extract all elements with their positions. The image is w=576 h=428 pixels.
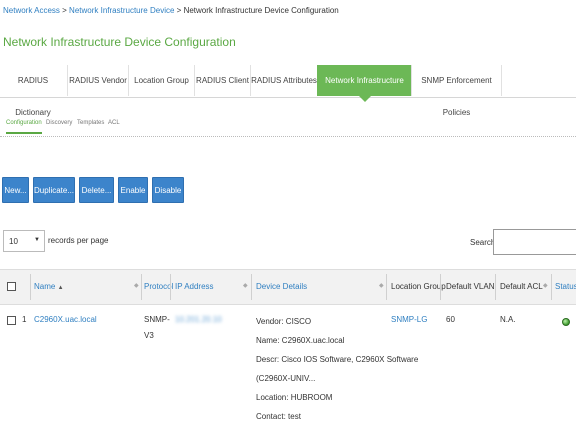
default-vlan-value: 60 <box>446 315 455 324</box>
column-header-ip-address[interactable]: IP Address <box>175 270 214 304</box>
page-size-select[interactable]: 10 ▼ <box>3 230 45 252</box>
tab-location-group[interactable]: Location Group <box>128 65 194 96</box>
sort-icon[interactable]: ◆ <box>543 282 548 289</box>
breadcrumb-current: Network Infrastructure Device Configurat… <box>183 6 339 15</box>
column-header-default-vlan[interactable]: Default VLAN <box>446 270 494 304</box>
column-header-status[interactable]: Status <box>555 270 576 304</box>
sort-icon[interactable]: ◆ <box>243 282 248 289</box>
tab-snmp-enforcement-policies[interactable]: SNMP Enforcement Policies <box>411 65 502 117</box>
row-index: 1 <box>22 315 27 324</box>
ip-address-link[interactable]: 10.201.20.10 <box>175 312 222 328</box>
subtab-templates[interactable]: Templates <box>77 120 104 126</box>
column-header-device-details[interactable]: Device Details <box>256 270 307 304</box>
column-header-location-group[interactable]: Location Group <box>391 270 446 304</box>
protocol-line-1: SNMP- <box>144 315 170 324</box>
table-header: Name ▲ ◆ Protocol IP Address ◆ Device De… <box>0 269 576 305</box>
sub-tab-bar: Configuration Discovery Templates ACL <box>0 116 576 137</box>
tab-radius-attributes[interactable]: RADIUS Attributes <box>250 65 317 96</box>
location-group-link[interactable]: SNMP-LG <box>391 312 427 328</box>
breadcrumb-separator: > <box>176 6 182 15</box>
sort-icon[interactable]: ◆ <box>379 282 384 289</box>
page-size-value: 10 <box>9 237 18 246</box>
column-header-name-label: Name <box>34 282 56 291</box>
breadcrumb-network-access[interactable]: Network Access <box>3 6 60 15</box>
device-detail-vendor: Vendor: CISCO <box>256 317 312 326</box>
table-row[interactable]: 1 C2960X.uac.local SNMP- V3 10.201.20.10… <box>0 304 576 428</box>
breadcrumb-separator: > <box>62 6 67 15</box>
protocol-line-2: V3 <box>144 331 154 340</box>
column-header-name[interactable]: Name ▲ <box>34 270 64 304</box>
row-checkbox[interactable] <box>7 316 16 325</box>
duplicate-button[interactable]: Duplicate... <box>33 177 75 203</box>
page-title: Network Infrastructure Device Configurat… <box>3 35 236 49</box>
device-detail-descr: Descr: Cisco IOS Software, C2960X Softwa… <box>256 355 419 364</box>
disable-button[interactable]: Disable <box>152 177 184 203</box>
tab-radius-dictionary[interactable]: RADIUS Dictionary <box>0 65 66 117</box>
search-input[interactable] <box>493 229 576 255</box>
tab-radius-vendor[interactable]: RADIUS Vendor <box>67 65 128 96</box>
records-per-page-label: records per page <box>48 236 109 245</box>
device-detail-location: Location: HUBROOM <box>256 393 333 402</box>
column-header-default-acl[interactable]: Default ACL <box>500 270 543 304</box>
device-name-link[interactable]: C2960X.uac.local <box>34 312 97 328</box>
tab-bar: RADIUS Dictionary RADIUS Vendor Location… <box>0 65 576 117</box>
breadcrumb: Network Access > Network Infrastructure … <box>3 6 339 15</box>
tab-radius-client[interactable]: RADIUS Client <box>194 65 250 96</box>
device-detail-name: Name: C2960X.uac.local <box>256 336 345 345</box>
column-header-protocol[interactable]: Protocol <box>144 270 173 304</box>
new-button[interactable]: New... <box>2 177 29 203</box>
device-detail-contact: Contact: test <box>256 412 301 421</box>
status-enabled-icon <box>562 318 570 326</box>
breadcrumb-network-infrastructure-device[interactable]: Network Infrastructure Device <box>69 6 174 15</box>
delete-button[interactable]: Delete... <box>79 177 114 203</box>
sort-ascending-icon: ▲ <box>57 285 64 291</box>
tab-network-infrastructure-device[interactable]: Network Infrastructure Device <box>317 65 411 117</box>
chevron-down-icon: ▼ <box>34 237 40 243</box>
subtab-acl[interactable]: ACL <box>108 120 120 126</box>
sort-icon[interactable]: ◆ <box>134 282 139 289</box>
enable-button[interactable]: Enable <box>118 177 148 203</box>
subtab-configuration[interactable]: Configuration <box>6 120 42 134</box>
default-acl-value: N.A. <box>500 315 516 324</box>
device-detail-descr-cont: (C2960X-UNIV... <box>256 374 316 383</box>
subtab-discovery[interactable]: Discovery <box>46 120 72 126</box>
